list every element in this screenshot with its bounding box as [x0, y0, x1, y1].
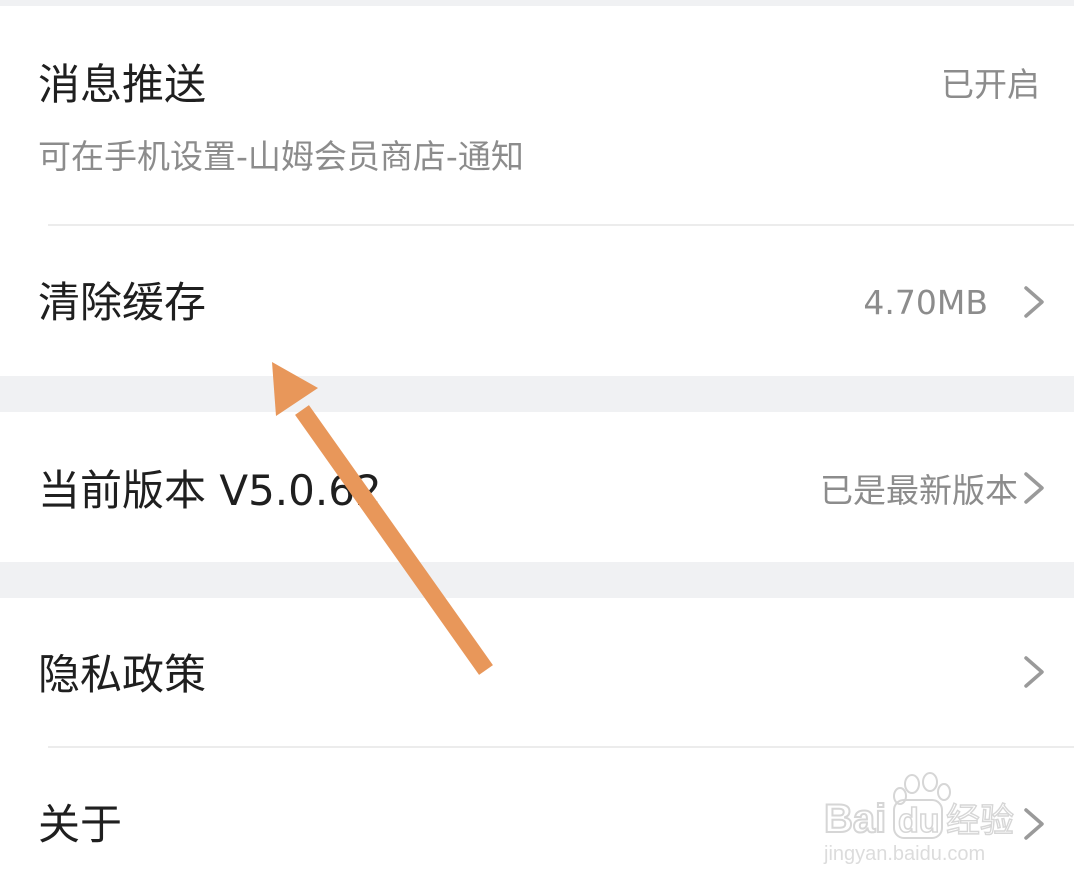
privacy-policy-row[interactable]: 隐私政策 — [0, 598, 1074, 746]
paw-icon: Bai du 经验 jingyan.baidu.com — [823, 772, 1015, 865]
watermark-brand: Bai — [824, 797, 886, 841]
watermark-product: 经验 — [946, 801, 1014, 841]
version-status: 已是最新版本 — [820, 471, 1018, 510]
chevron-right-icon — [1024, 286, 1044, 318]
baidu-jingyan-watermark: Bai du 经验 jingyan.baidu.com — [820, 770, 1020, 870]
watermark-brand-du: du — [898, 802, 940, 840]
push-notification-row[interactable]: 消息推送 已开启 可在手机设置-山姆会员商店-通知 — [0, 6, 1074, 224]
cache-size: 4.70MB — [863, 283, 988, 322]
push-notification-title: 消息推送 — [38, 60, 207, 109]
privacy-policy-title: 隐私政策 — [38, 650, 207, 699]
push-notification-status: 已开启 — [941, 65, 1040, 104]
clear-cache-title: 清除缓存 — [38, 278, 207, 327]
chevron-right-icon — [1024, 656, 1044, 688]
section-gap — [0, 562, 1074, 598]
version-row[interactable]: 当前版本 V5.0.62 已是最新版本 — [0, 412, 1074, 562]
version-title: 当前版本 V5.0.62 — [38, 466, 382, 515]
clear-cache-row[interactable]: 清除缓存 4.70MB — [0, 226, 1074, 376]
push-notification-hint: 可在手机设置-山姆会员商店-通知 — [38, 137, 524, 176]
watermark-url: jingyan.baidu.com — [823, 843, 985, 865]
chevron-right-icon — [1024, 808, 1044, 840]
about-title: 关于 — [38, 800, 123, 849]
section-gap — [0, 376, 1074, 412]
chevron-right-icon — [1024, 472, 1044, 504]
